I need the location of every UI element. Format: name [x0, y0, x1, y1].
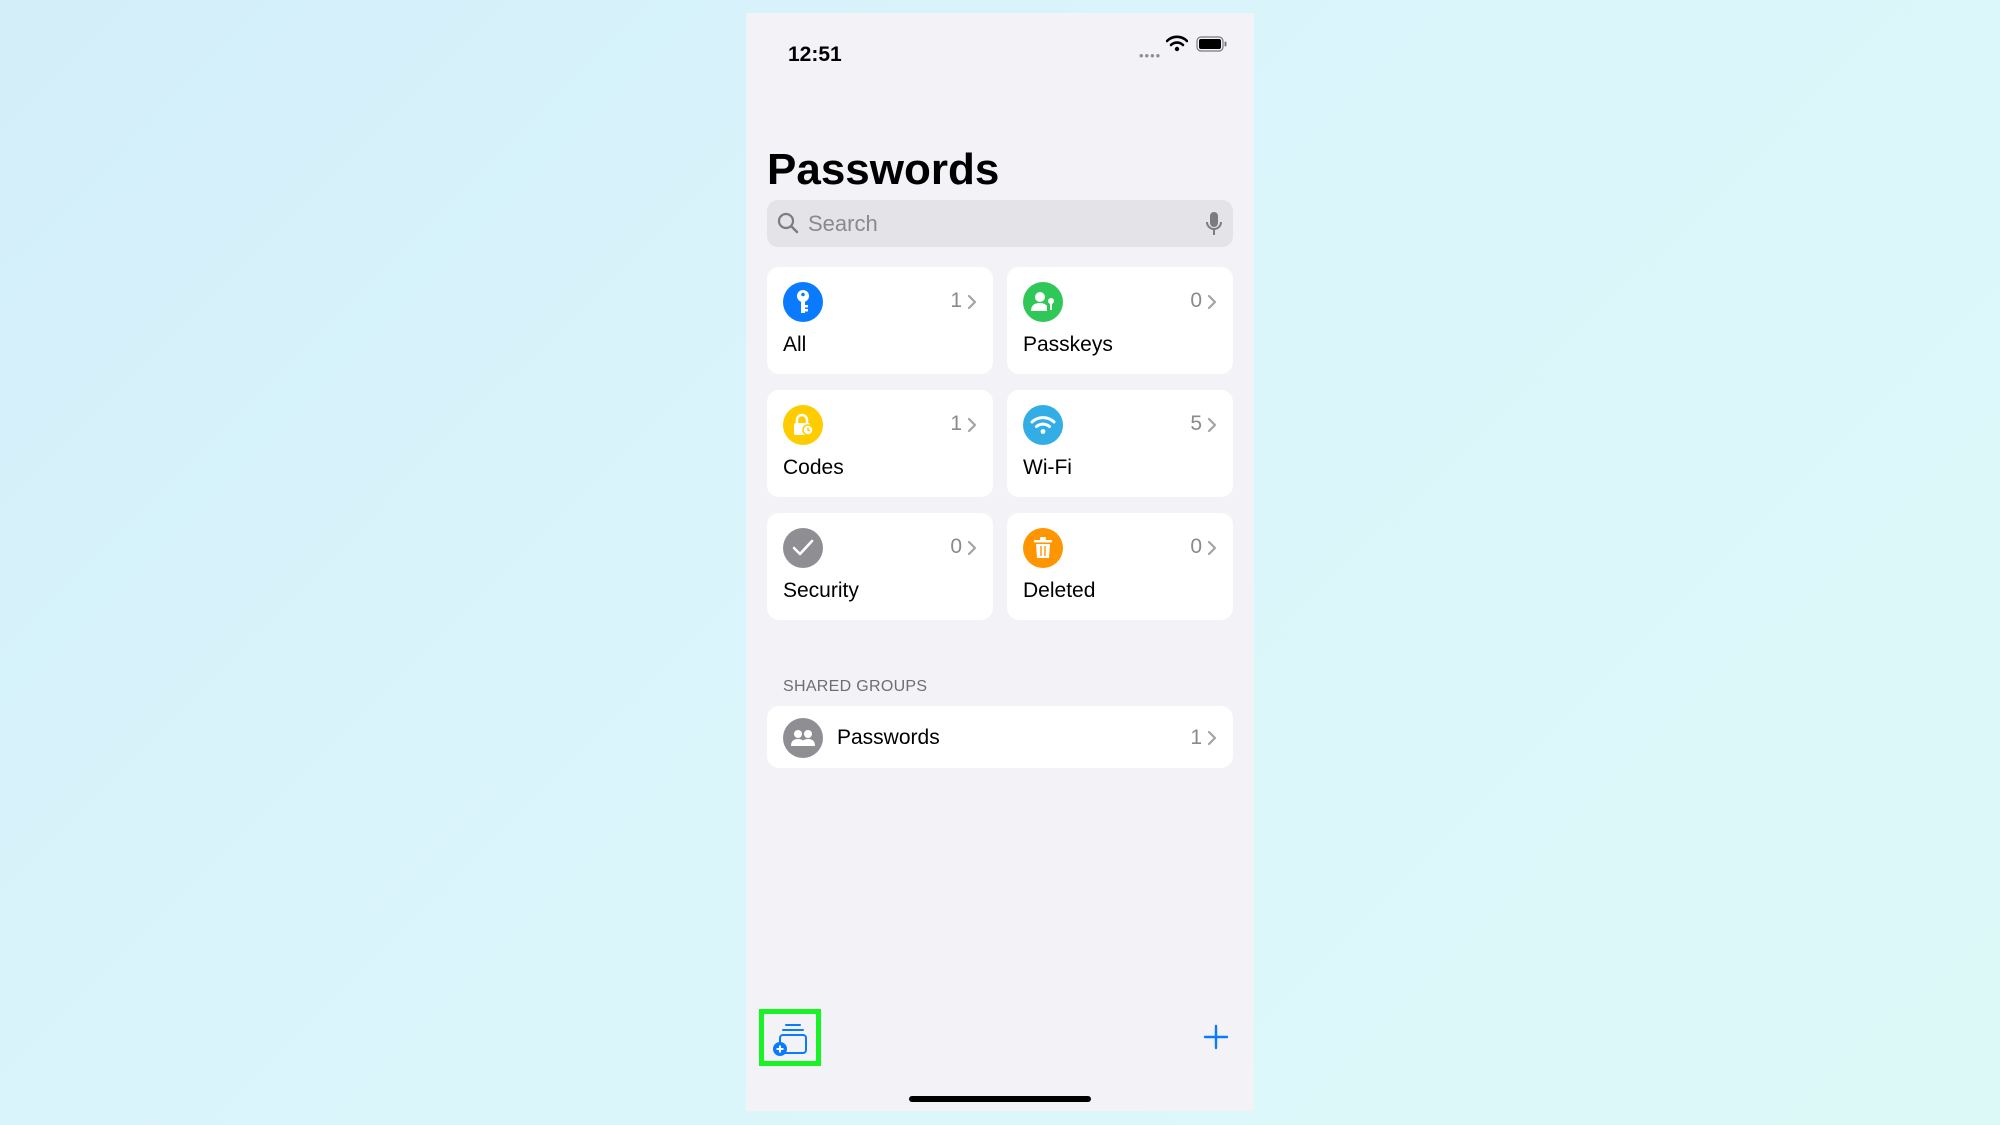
search-bar[interactable] [767, 200, 1233, 247]
category-all[interactable]: 1 All [767, 267, 993, 374]
lock-clock-icon [783, 405, 823, 445]
shared-group-count: 1 [1190, 726, 1202, 749]
search-icon [777, 212, 799, 239]
chevron-right-icon [967, 417, 977, 438]
category-label: Passkeys [1023, 333, 1113, 356]
plus-icon [1203, 1024, 1229, 1050]
category-deleted[interactable]: 0 Deleted [1007, 513, 1233, 620]
category-label: Codes [783, 456, 844, 479]
chevron-right-icon [1207, 294, 1217, 315]
wifi-icon [1023, 405, 1063, 445]
chevron-right-icon [1207, 540, 1217, 561]
checkmark-icon [783, 528, 823, 568]
category-label: All [783, 333, 807, 356]
microphone-icon[interactable] [1205, 211, 1223, 242]
people-icon [783, 718, 823, 758]
category-label: Wi-Fi [1023, 456, 1072, 479]
category-count: 0 [950, 535, 962, 558]
search-input[interactable] [808, 200, 1168, 247]
category-grid: 1 All 0 Passkeys 1 Codes 5 Wi-Fi 0 Secur… [767, 267, 1233, 620]
trash-icon [1023, 528, 1063, 568]
status-time: 12:51 [788, 43, 842, 66]
category-count: 1 [950, 412, 962, 435]
new-shared-group-button[interactable] [759, 1009, 821, 1066]
chevron-right-icon [967, 294, 977, 315]
chevron-right-icon [1207, 730, 1217, 751]
chevron-right-icon [1207, 417, 1217, 438]
key-icon [783, 282, 823, 322]
page-title: Passwords [767, 145, 1000, 194]
phone-screen: 12:51 •••• Passwords Search 1 All 0 Pass… [746, 13, 1254, 1111]
category-passkeys[interactable]: 0 Passkeys [1007, 267, 1233, 374]
category-wifi[interactable]: 5 Wi-Fi [1007, 390, 1233, 497]
person-key-icon [1023, 282, 1063, 322]
cellular-signal-icon: •••• [1139, 48, 1162, 63]
add-password-button[interactable] [1203, 1024, 1229, 1055]
new-shared-group-icon [773, 1024, 807, 1056]
category-security[interactable]: 0 Security [767, 513, 993, 620]
shared-group-label: Passwords [837, 726, 940, 749]
shared-groups-header: SHARED GROUPS [783, 678, 928, 695]
category-label: Deleted [1023, 579, 1096, 602]
category-count: 0 [1190, 535, 1202, 558]
category-count: 5 [1190, 412, 1202, 435]
category-count: 0 [1190, 289, 1202, 312]
category-codes[interactable]: 1 Codes [767, 390, 993, 497]
status-bar: 12:51 •••• [746, 13, 1254, 73]
shared-group-passwords[interactable]: Passwords 1 [767, 706, 1233, 768]
battery-icon [1196, 36, 1228, 57]
home-indicator [909, 1096, 1091, 1102]
category-count: 1 [950, 289, 962, 312]
wifi-status-icon [1165, 35, 1189, 57]
category-label: Security [783, 579, 859, 602]
chevron-right-icon [967, 540, 977, 561]
